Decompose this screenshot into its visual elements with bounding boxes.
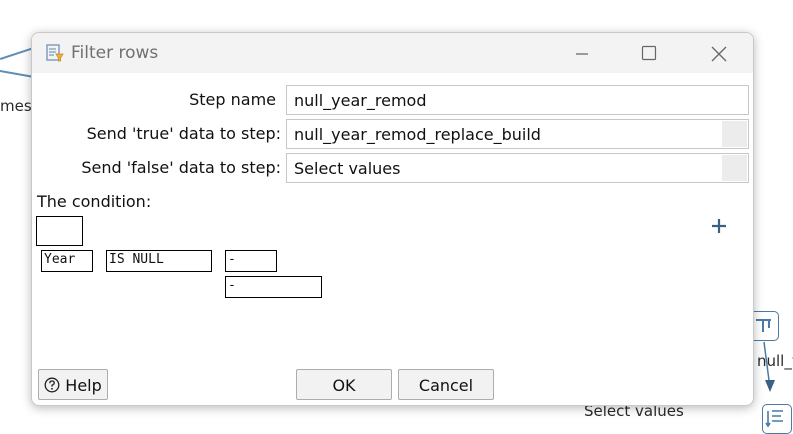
minimize-icon [576, 53, 588, 55]
step-name-label: Step name [189, 90, 276, 109]
step-name-input[interactable]: null_year_remod [286, 85, 749, 115]
false-step-label: Send 'false' data to step: [81, 158, 281, 177]
true-step-value: null_year_remod_replace_build [294, 125, 541, 144]
hop-line [0, 47, 33, 60]
true-step-combo[interactable]: null_year_remod_replace_build [286, 119, 749, 149]
condition-value[interactable]: - [225, 250, 277, 272]
minimize-button[interactable] [559, 39, 605, 67]
dropdown-button[interactable] [722, 121, 747, 147]
filter-rows-icon [46, 44, 64, 62]
dropdown-button[interactable] [722, 155, 747, 181]
false-step-value: Select values [294, 159, 401, 178]
maximize-icon [641, 45, 657, 61]
title-bar[interactable]: Filter rows [32, 33, 753, 73]
add-condition-icon[interactable] [710, 217, 728, 235]
condition-operator[interactable]: IS NULL [106, 250, 212, 272]
hop-line [0, 70, 34, 78]
condition-label: The condition: [37, 192, 152, 211]
condition-negate-box[interactable] [36, 216, 83, 246]
ok-button[interactable]: OK [296, 369, 392, 400]
condition-field[interactable]: Year [41, 250, 93, 272]
false-step-combo[interactable]: Select values [286, 153, 749, 183]
close-icon [711, 46, 727, 62]
cancel-button[interactable]: Cancel [398, 369, 494, 400]
help-icon [44, 377, 60, 393]
select-values-icon [765, 410, 783, 428]
help-button[interactable]: Help [38, 369, 108, 400]
maximize-button[interactable] [626, 39, 672, 67]
condition-value-exact[interactable]: - [225, 276, 322, 298]
help-button-label: Help [65, 376, 102, 395]
close-button[interactable] [696, 39, 742, 67]
true-step-label: Send 'true' data to step: [86, 124, 281, 143]
dialog-title: Filter rows [71, 43, 159, 63]
filter-rows-dialog: Filter rows Step name null_year_remod Se… [31, 32, 754, 406]
step-icon [756, 319, 771, 332]
hop-arrow [763, 341, 775, 392]
